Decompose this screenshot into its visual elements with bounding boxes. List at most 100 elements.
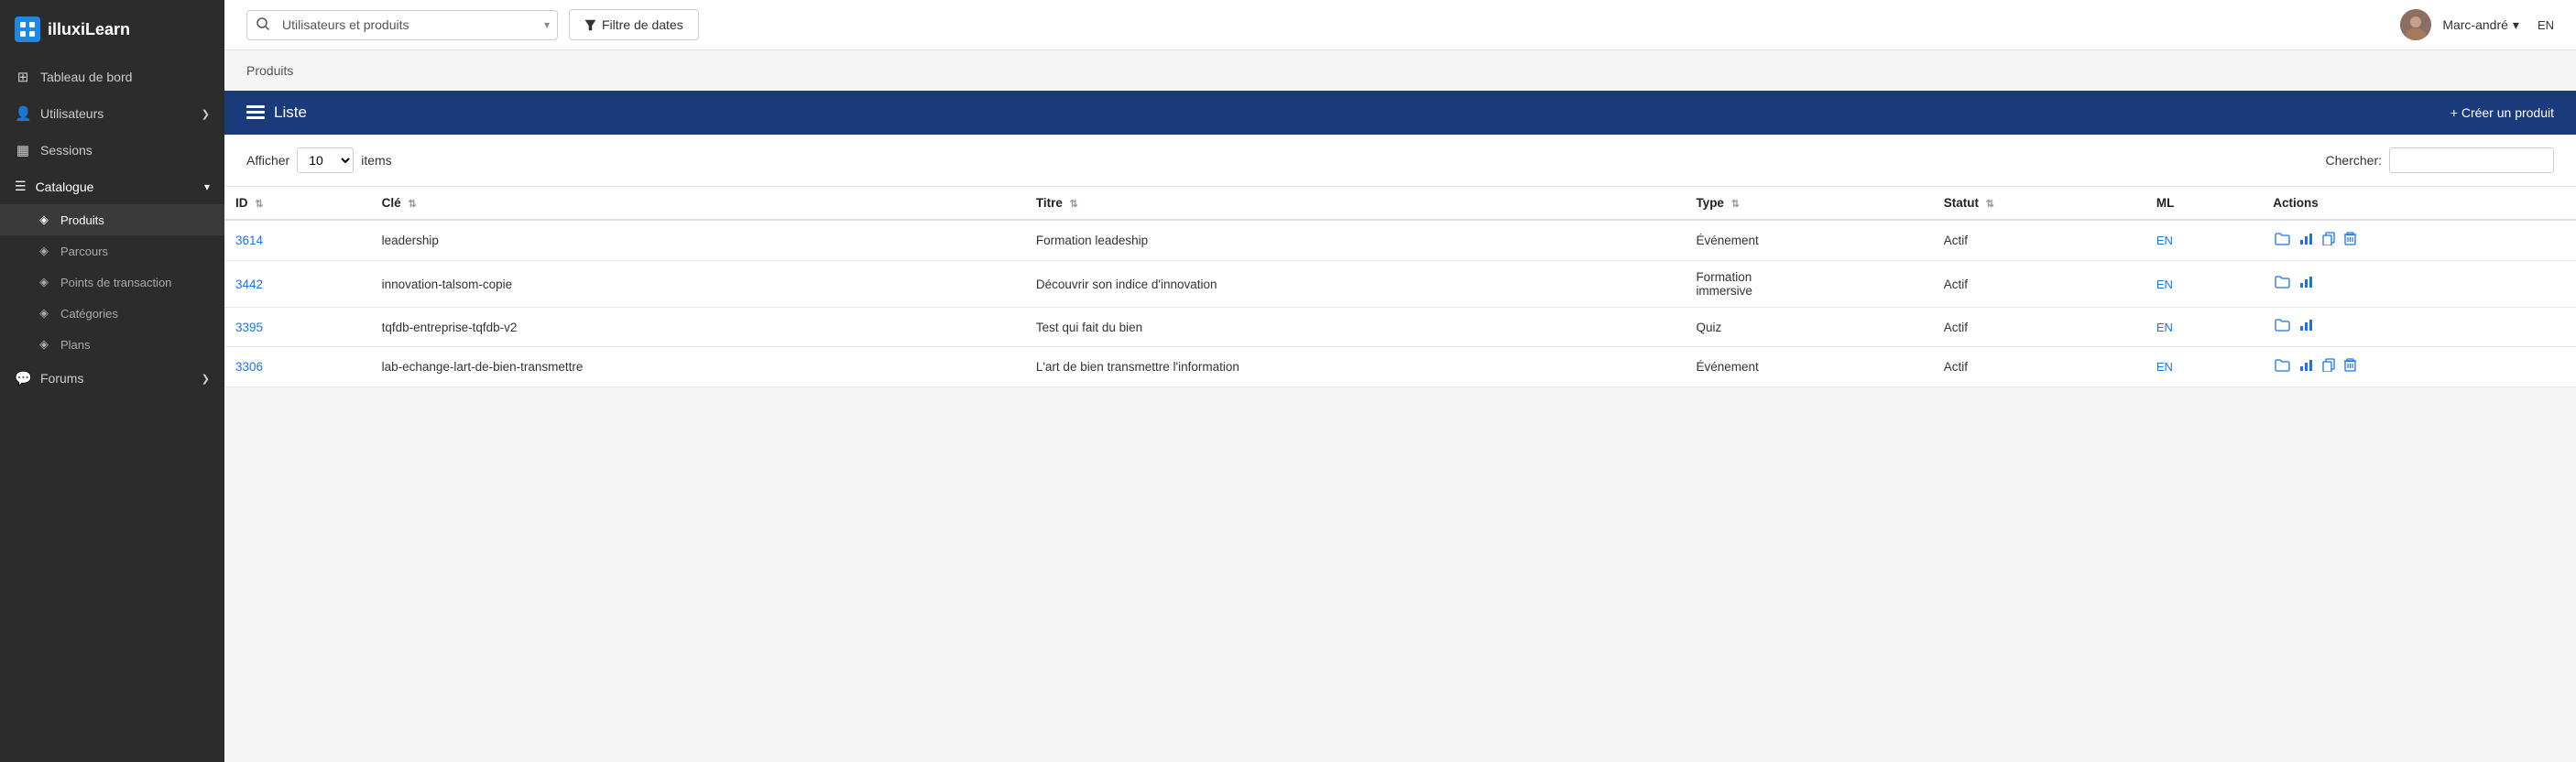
sort-cle-icon[interactable]: ⇅	[408, 199, 416, 210]
id-link[interactable]: 3306	[235, 360, 263, 374]
cell-type: Événement	[1685, 347, 1932, 387]
sort-titre-icon[interactable]: ⇅	[1070, 199, 1078, 210]
cell-actions	[2262, 347, 2576, 387]
search-container: Utilisateurs et produits ▾	[246, 10, 558, 40]
sidebar-label-tableau: Tableau de bord	[40, 70, 132, 84]
col-actions-label: Actions	[2273, 196, 2319, 210]
table-row: 3395 tqfdb-entreprise-tqfdb-v2 Test qui …	[224, 308, 2576, 347]
sidebar-subitem-produits[interactable]: ◈ Produits	[0, 204, 224, 235]
copy-action-icon[interactable]	[2320, 356, 2337, 377]
folder-action-icon[interactable]	[2273, 231, 2292, 251]
delete-action-icon[interactable]	[2342, 356, 2358, 377]
list-title: Liste	[274, 103, 307, 122]
sort-statut-icon[interactable]: ⇅	[1986, 199, 1994, 210]
sidebar-item-sessions[interactable]: ▦ Sessions	[0, 132, 224, 169]
cell-type: Formationimmersive	[1685, 261, 1932, 308]
topbar: Utilisateurs et produits ▾ Filtre de dat…	[224, 0, 2576, 50]
user-name-dropdown[interactable]: Marc-andré ▾	[2442, 17, 2519, 33]
filter-dates-button[interactable]: Filtre de dates	[569, 9, 699, 40]
sidebar-item-tableau-de-bord[interactable]: ⊞ Tableau de bord	[0, 59, 224, 95]
cell-statut: Actif	[1933, 347, 2145, 387]
folder-action-icon[interactable]	[2273, 317, 2292, 337]
cell-titre: L'art de bien transmettre l'information	[1025, 347, 1686, 387]
folder-action-icon[interactable]	[2273, 274, 2292, 294]
cell-ml: EN	[2145, 220, 2262, 261]
cell-type: Événement	[1685, 220, 1932, 261]
chart-action-icon[interactable]	[2298, 317, 2315, 337]
cell-cle: leadership	[371, 220, 1025, 261]
table-row: 3306 lab-echange-lart-de-bien-transmettr…	[224, 347, 2576, 387]
sidebar-label-utilisateurs: Utilisateurs	[40, 106, 104, 121]
folder-action-icon[interactable]	[2273, 357, 2292, 377]
language-selector[interactable]: EN	[2538, 18, 2554, 32]
cell-actions	[2262, 220, 2576, 261]
sidebar-subitem-parcours[interactable]: ◈ Parcours	[0, 235, 224, 267]
cell-actions	[2262, 308, 2576, 347]
list-panel: Liste + Créer un produit Afficher 10 25 …	[224, 91, 2576, 387]
search-submit-button[interactable]	[247, 11, 278, 39]
sidebar-item-utilisateurs[interactable]: 👤 Utilisateurs ❯	[0, 95, 224, 132]
cell-titre: Test qui fait du bien	[1025, 308, 1686, 347]
topbar-right: Marc-andré ▾ EN	[2400, 9, 2554, 40]
delete-action-icon[interactable]	[2342, 230, 2358, 251]
sidebar-subitem-plans[interactable]: ◈ Plans	[0, 329, 224, 360]
table-header-row: ID ⇅ Clé ⇅ Titre ⇅ Type	[224, 187, 2576, 221]
items-label: items	[361, 153, 391, 168]
sidebar-label-produits: Produits	[60, 213, 104, 227]
ml-badge[interactable]: EN	[2156, 321, 2173, 334]
cell-id: 3614	[224, 220, 371, 261]
col-ml: ML	[2145, 187, 2262, 221]
copy-action-icon[interactable]	[2320, 230, 2337, 251]
breadcrumb: Produits	[224, 50, 2576, 91]
sidebar-item-catalogue[interactable]: ☰ Catalogue ▾	[0, 169, 224, 204]
catalogue-icon: ☰	[15, 179, 27, 194]
sidebar-label-plans: Plans	[60, 338, 91, 352]
chart-action-icon[interactable]	[2298, 357, 2315, 377]
id-link[interactable]: 3395	[235, 321, 263, 334]
ml-badge[interactable]: EN	[2156, 278, 2173, 291]
ml-badge[interactable]: EN	[2156, 234, 2173, 247]
user-name-text: Marc-andré	[2442, 17, 2508, 32]
parcours-icon: ◈	[37, 244, 51, 258]
sidebar-label-parcours: Parcours	[60, 245, 108, 258]
col-statut: Statut ⇅	[1933, 187, 2145, 221]
cell-actions	[2262, 261, 2576, 308]
sidebar-subitem-categories[interactable]: ◈ Catégories	[0, 298, 224, 329]
action-icons	[2273, 356, 2565, 377]
sidebar-label-sessions: Sessions	[40, 143, 93, 158]
avatar-image	[2400, 9, 2431, 40]
sort-id-icon[interactable]: ⇅	[255, 199, 263, 210]
table-search-input[interactable]	[2389, 147, 2554, 173]
col-titre-label: Titre	[1036, 196, 1063, 210]
sessions-icon: ▦	[15, 142, 31, 158]
search-dropdown-arrow[interactable]: ▾	[537, 12, 557, 38]
cell-cle: tqfdb-entreprise-tqfdb-v2	[371, 308, 1025, 347]
user-dropdown-arrow: ▾	[2513, 17, 2519, 33]
action-icons	[2273, 274, 2565, 294]
id-link[interactable]: 3614	[235, 234, 263, 247]
id-link[interactable]: 3442	[235, 278, 263, 291]
sidebar-subitem-points[interactable]: ◈ Points de transaction	[0, 267, 224, 298]
sidebar: illuxiLearn ⊞ Tableau de bord 👤 Utilisat…	[0, 0, 224, 762]
col-cle: Clé ⇅	[371, 187, 1025, 221]
sidebar-item-forums[interactable]: 💬 Forums ❯	[0, 360, 224, 397]
create-product-button[interactable]: + Créer un produit	[2450, 105, 2554, 120]
col-ml-label: ML	[2156, 196, 2175, 210]
points-icon: ◈	[37, 275, 51, 289]
filter-icon	[584, 19, 596, 31]
col-cle-label: Clé	[382, 196, 401, 210]
sort-type-icon[interactable]: ⇅	[1731, 199, 1740, 210]
cell-statut: Actif	[1933, 220, 2145, 261]
table-controls: Afficher 10 25 50 100 items Chercher:	[224, 135, 2576, 186]
catalogue-arrow: ▾	[204, 180, 210, 193]
chart-action-icon[interactable]	[2298, 231, 2315, 251]
chart-action-icon[interactable]	[2298, 274, 2315, 294]
items-per-page-select[interactable]: 10 25 50 100	[297, 147, 354, 173]
ml-badge[interactable]: EN	[2156, 360, 2173, 374]
search-label: Chercher:	[2326, 153, 2382, 168]
cell-ml: EN	[2145, 261, 2262, 308]
search-placeholder-text: Utilisateurs et produits	[278, 11, 537, 38]
app-logo[interactable]: illuxiLearn	[0, 0, 224, 59]
cell-id: 3306	[224, 347, 371, 387]
show-label: Afficher	[246, 153, 289, 168]
